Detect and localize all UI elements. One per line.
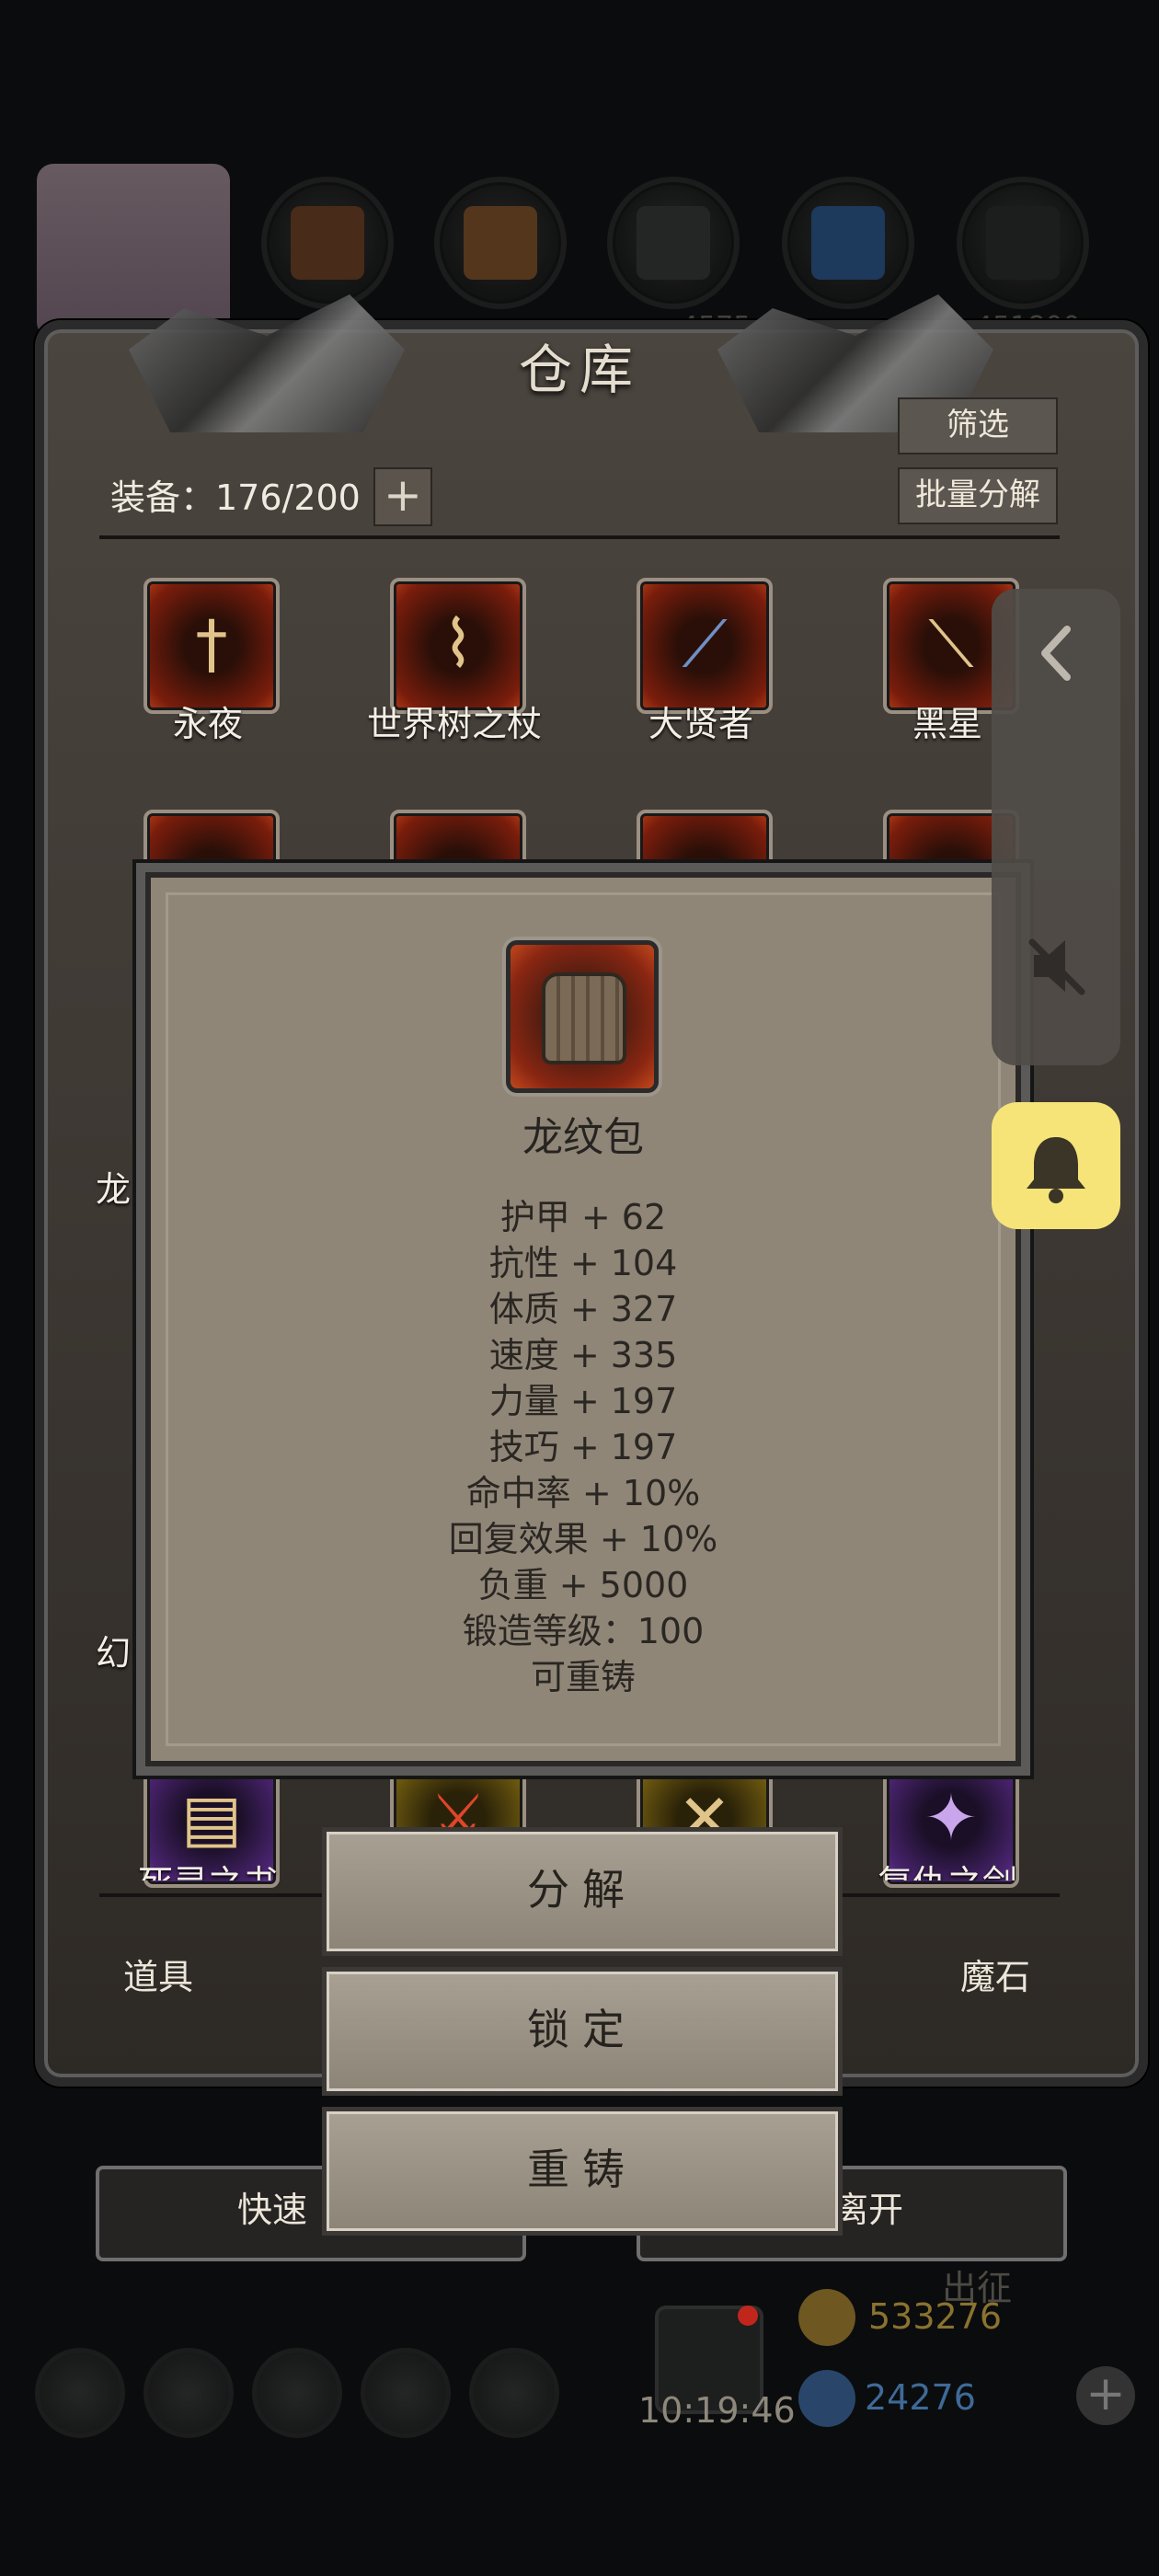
wood-log-icon <box>261 177 394 309</box>
item-slot-3[interactable]: ⟋ <box>637 578 773 714</box>
stat-armor: 护甲 + 62 <box>499 1197 667 1237</box>
gem-amount: 24276 <box>865 2377 976 2418</box>
stat-reforgeable: 可重铸 <box>530 1657 636 1697</box>
notification-bell-button[interactable] <box>992 1102 1120 1229</box>
gem-icon <box>798 2370 855 2427</box>
item-name-last-4: 复仇之剑 <box>828 1855 1067 1880</box>
item-name-2: 世界树之杖 <box>366 704 542 744</box>
crystal-icon <box>782 177 914 309</box>
leave-button-label: 离开 <box>833 2190 904 2230</box>
item-slot-1[interactable]: † <box>143 578 280 714</box>
mute-icon[interactable] <box>992 902 1120 1030</box>
mail-icon[interactable] <box>361 2348 451 2438</box>
stat-strength: 力量 + 197 <box>488 1381 678 1421</box>
collapse-chevron-icon[interactable] <box>992 589 1120 718</box>
header-divider <box>99 535 1060 539</box>
stat-hit-rate: 命中率 + 10% <box>465 1473 701 1513</box>
item-title: 龙纹包 <box>522 1114 644 1161</box>
stat-skill: 技巧 + 197 <box>488 1427 678 1467</box>
equipment-count: 装备：176/200 <box>110 477 361 518</box>
batch-decompose-button[interactable]: 批量分解 <box>898 467 1058 524</box>
gold-icon <box>798 2289 855 2346</box>
player-avatar[interactable] <box>37 164 230 339</box>
gold-amount: 533276 <box>868 2296 1003 2337</box>
item-name-last-1: 死灵之书 <box>88 1855 327 1880</box>
achievement-icon[interactable] <box>143 2348 234 2438</box>
quick-button-label: 快速 <box>237 2190 308 2230</box>
reforge-button[interactable]: 重铸 <box>322 2107 843 2236</box>
stat-constitution: 体质 + 327 <box>488 1289 678 1329</box>
guild-icon[interactable] <box>252 2348 342 2438</box>
item-slot-2[interactable]: ⌇ <box>390 578 526 714</box>
page-title: 仓库 <box>518 339 640 401</box>
decompose-button[interactable]: 分解 <box>322 1827 843 1956</box>
lock-button[interactable]: 锁定 <box>322 1967 843 2096</box>
twisted-staff-icon: ⌇ <box>442 606 475 682</box>
stat-forge-level: 锻造等级：100 <box>462 1611 705 1651</box>
dagger-icon: † <box>195 606 228 682</box>
shop-icon[interactable] <box>469 2348 559 2438</box>
dragon-bag-icon <box>542 972 626 1064</box>
stat-recovery: 回复效果 + 10% <box>448 1519 718 1559</box>
stat-resistance: 抗性 + 104 <box>488 1243 678 1283</box>
item-icon <box>506 940 659 1093</box>
tab-items[interactable]: 道具 <box>123 1949 193 1999</box>
expand-capacity-button[interactable]: + <box>373 467 432 526</box>
floating-side-menu <box>992 589 1120 1065</box>
iron-bar-icon <box>607 177 740 309</box>
clock-text: 10:19:46 <box>638 2390 796 2431</box>
item-detail-popup: 龙纹包 护甲 + 62 抗性 + 104 体质 + 327 速度 + 335 力… <box>145 872 1021 1766</box>
item-name-3: 大贤者 <box>648 704 753 744</box>
plank-icon <box>434 177 567 309</box>
filter-button[interactable]: 筛选 <box>898 397 1058 454</box>
stat-speed: 速度 + 335 <box>488 1335 678 1375</box>
bell-icon <box>1027 1137 1085 1203</box>
ore-icon <box>957 177 1089 309</box>
settings-icon[interactable] <box>35 2348 125 2438</box>
stat-load: 负重 + 5000 <box>477 1565 689 1605</box>
notification-dot <box>738 2306 758 2326</box>
item-name-1: 永夜 <box>172 704 243 744</box>
tab-magic-stone[interactable]: 魔石 <box>960 1949 1030 1999</box>
add-currency-button[interactable]: + <box>1076 2366 1135 2425</box>
scepter-icon: ⟋ <box>682 606 728 682</box>
